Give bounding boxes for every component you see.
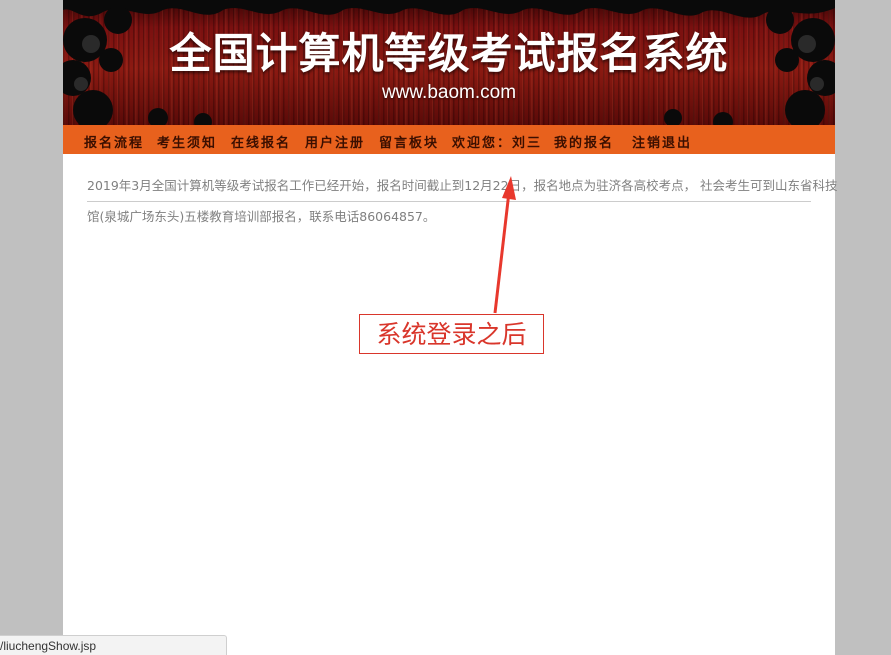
main-nav: 报名流程 考生须知 在线报名 用户注册 留言板块 欢迎您：刘三 我的报名 注销退…: [63, 125, 835, 154]
header-banner: 全国计算机等级考试报名系统 www.baom.com: [63, 0, 835, 125]
nav-my-registration[interactable]: 我的报名: [554, 132, 614, 151]
nav-welcome-user: 欢迎您：刘三: [452, 136, 543, 151]
site-url: www.baom.com: [381, 82, 517, 103]
nav-logout[interactable]: 注销退出: [632, 132, 692, 151]
browser-status-bar: /liuchengShow.jsp: [0, 635, 227, 655]
announcement-line-2: 馆(泉城广场东头)五楼教育培训部报名，联系电话86064857。: [87, 209, 436, 224]
site-title: 全国计算机等级考试报名系统: [169, 29, 729, 78]
nav-online-registration[interactable]: 在线报名: [231, 132, 291, 151]
annotation-label: 系统登录之后: [359, 314, 544, 354]
nav-registration-process[interactable]: 报名流程: [84, 132, 144, 151]
nav-message-board[interactable]: 留言板块: [379, 132, 439, 151]
announcement-line-1: 2019年3月全国计算机等级考试报名工作已经开始，报名时间截止到12月22日，报…: [87, 172, 838, 202]
nav-candidate-notice[interactable]: 考生须知: [157, 132, 217, 151]
announcement: 2019年3月全国计算机等级考试报名工作已经开始，报名时间截止到12月22日，报…: [87, 172, 838, 231]
nav-user-register[interactable]: 用户注册: [305, 132, 365, 151]
